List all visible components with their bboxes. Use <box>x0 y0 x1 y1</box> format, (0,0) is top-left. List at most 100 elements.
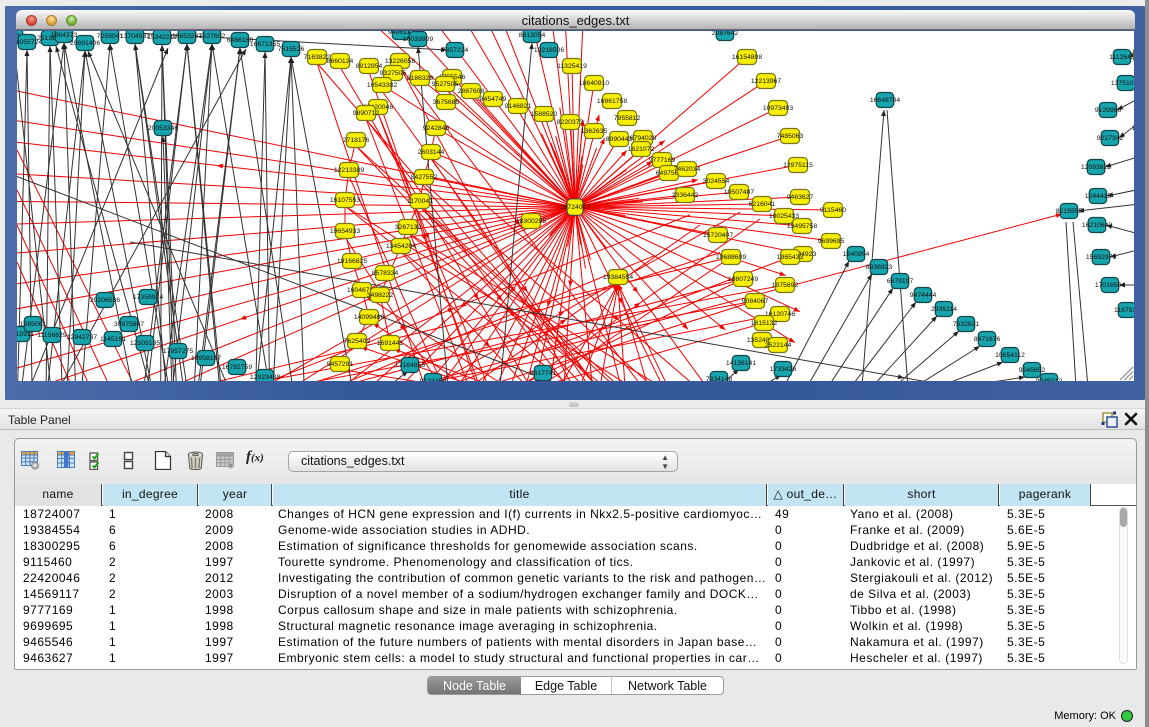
svg-text:2718176: 2718176 <box>343 137 370 144</box>
svg-text:2935114: 2935114 <box>931 306 957 313</box>
svg-text:9457291: 9457291 <box>327 361 354 368</box>
svg-text:10958107: 10958107 <box>191 355 221 362</box>
svg-text:1621072: 1621072 <box>628 146 655 153</box>
svg-text:11156829: 11156829 <box>37 332 66 339</box>
svg-text:18300295: 18300295 <box>516 218 546 225</box>
svg-text:13454204: 13454204 <box>386 243 416 250</box>
svg-text:9527505: 9527505 <box>432 81 459 88</box>
svg-text:8912954: 8912954 <box>356 63 383 70</box>
svg-text:9245652: 9245652 <box>1019 367 1046 374</box>
svg-text:13226058: 13226058 <box>385 58 415 65</box>
svg-text:9890712: 9890712 <box>353 110 380 117</box>
svg-text:9699695: 9699695 <box>818 238 845 245</box>
svg-text:9129966: 9129966 <box>1095 107 1122 114</box>
svg-text:8578334: 8578334 <box>372 270 399 277</box>
svg-text:9227342: 9227342 <box>1097 135 1124 142</box>
svg-text:12975115: 12975115 <box>783 162 813 169</box>
svg-text:7485063: 7485063 <box>777 133 804 140</box>
svg-text:12923488: 12923488 <box>250 374 280 381</box>
svg-text:1691441: 1691441 <box>377 340 404 347</box>
svg-text:6216041: 6216041 <box>749 201 776 208</box>
svg-text:8471676: 8471676 <box>974 336 1001 343</box>
svg-text:9146821: 9146821 <box>505 103 532 110</box>
svg-text:20691406: 20691406 <box>70 40 100 47</box>
svg-text:1385061: 1385061 <box>20 321 47 328</box>
svg-text:8215955: 8215955 <box>1056 208 1083 215</box>
svg-text:1975692: 1975692 <box>772 282 799 289</box>
svg-text:3915911: 3915911 <box>17 331 34 338</box>
svg-text:14099489: 14099489 <box>354 314 384 321</box>
svg-text:12093822: 12093822 <box>1081 164 1111 171</box>
svg-text:3675685: 3675685 <box>433 99 460 106</box>
svg-text:8660124: 8660124 <box>327 58 354 65</box>
svg-text:20053346: 20053346 <box>148 125 178 132</box>
svg-text:1332544: 1332544 <box>1132 125 1134 132</box>
svg-text:12505135: 12505135 <box>130 340 160 347</box>
svg-text:9463627: 9463627 <box>787 194 814 201</box>
svg-text:8454749: 8454749 <box>480 96 507 103</box>
svg-text:20206536: 20206536 <box>90 297 120 304</box>
svg-text:19654933: 19654933 <box>330 228 360 235</box>
svg-text:12213967: 12213967 <box>751 78 781 85</box>
svg-text:1527602: 1527602 <box>199 33 226 40</box>
svg-text:19384554: 19384554 <box>603 274 633 281</box>
svg-text:17016504: 17016504 <box>1095 282 1125 289</box>
svg-text:1170041: 1170041 <box>407 198 433 205</box>
svg-text:1588520: 1588520 <box>531 111 558 118</box>
svg-text:10973493: 10973493 <box>763 105 793 112</box>
svg-text:2522144: 2522144 <box>765 342 792 349</box>
svg-text:10654112: 10654112 <box>995 352 1025 359</box>
svg-text:30975867: 30975867 <box>114 321 144 328</box>
svg-text:18640910: 18640910 <box>579 80 609 87</box>
svg-text:9777169: 9777169 <box>649 157 676 164</box>
svg-text:14136141: 14136141 <box>726 360 756 367</box>
svg-text:11325419: 11325419 <box>557 63 587 70</box>
svg-text:9327505: 9327505 <box>380 70 407 77</box>
svg-text:2087642: 2087642 <box>712 31 739 37</box>
svg-text:1145191: 1145191 <box>100 336 126 343</box>
svg-text:1965433: 1965433 <box>777 254 804 261</box>
svg-text:7515526: 7515526 <box>278 46 305 53</box>
svg-text:8186328: 8186328 <box>407 75 434 82</box>
svg-text:18724007: 18724007 <box>560 204 590 211</box>
svg-text:19166825: 19166825 <box>337 258 367 265</box>
svg-text:9115460: 9115460 <box>820 207 846 214</box>
svg-text:9617741: 9617741 <box>530 370 557 377</box>
svg-text:7632621: 7632621 <box>953 321 980 328</box>
svg-text:1244415: 1244415 <box>1085 193 1112 200</box>
svg-text:8220373: 8220373 <box>557 119 584 126</box>
svg-text:1733426: 1733426 <box>770 366 797 373</box>
svg-text:3267130: 3267130 <box>395 224 422 231</box>
svg-text:16782759: 16782759 <box>222 364 252 371</box>
svg-text:1167533: 1167533 <box>1114 307 1134 314</box>
svg-text:7462034: 7462034 <box>674 166 701 173</box>
svg-text:15692971: 15692971 <box>1086 254 1116 261</box>
svg-text:17164855: 17164855 <box>395 362 425 369</box>
svg-text:1815132: 1815132 <box>751 320 778 327</box>
svg-text:3024554: 3024554 <box>703 178 730 185</box>
svg-text:10688609: 10688609 <box>716 254 746 261</box>
svg-text:6679197: 6679197 <box>887 278 914 285</box>
svg-text:10653287: 10653287 <box>172 33 202 40</box>
svg-text:7625402: 7625402 <box>344 338 371 345</box>
svg-text:9084067: 9084067 <box>742 298 769 305</box>
svg-text:16154808: 16154808 <box>732 54 762 61</box>
svg-text:12942737: 12942737 <box>67 334 97 341</box>
svg-text:12213389: 12213389 <box>334 167 364 174</box>
svg-text:15720407: 15720407 <box>703 232 733 239</box>
svg-text:13495758: 13495758 <box>787 223 817 230</box>
svg-text:9245012: 9245012 <box>1036 378 1063 381</box>
svg-text:8990443: 8990443 <box>606 136 633 143</box>
svg-text:7955812: 7955812 <box>614 115 641 122</box>
svg-text:7834148: 7834148 <box>706 376 733 381</box>
svg-text:3498222: 3498222 <box>367 292 394 299</box>
svg-text:10507487: 10507487 <box>724 189 754 196</box>
svg-text:9123450: 9123450 <box>420 378 447 381</box>
svg-text:2867608: 2867608 <box>458 88 485 95</box>
svg-text:16107553: 16107553 <box>330 197 360 204</box>
svg-text:16033809: 16033809 <box>403 36 433 43</box>
svg-text:16671355: 16671355 <box>250 41 280 48</box>
svg-text:8938923: 8938923 <box>866 264 893 271</box>
svg-text:17359924: 17359924 <box>133 294 163 301</box>
svg-text:7357224: 7357224 <box>442 47 469 54</box>
